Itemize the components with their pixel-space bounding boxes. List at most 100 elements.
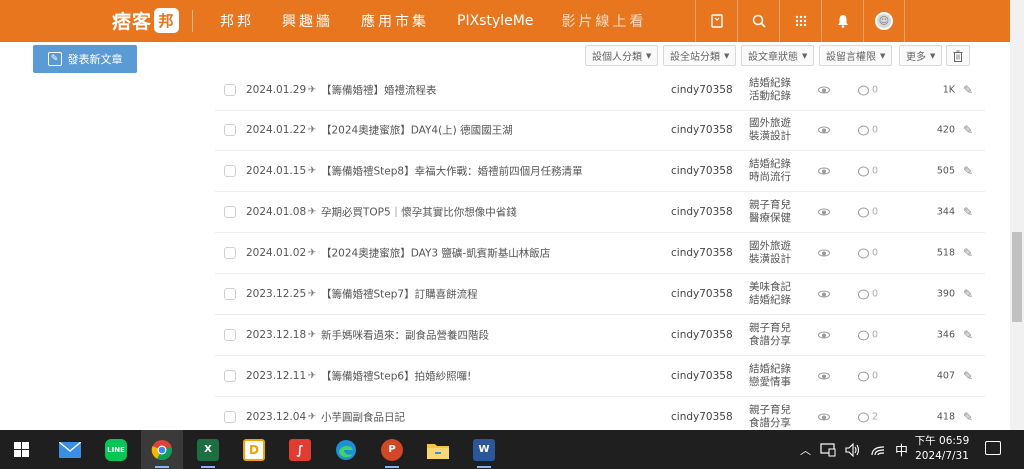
select-checkbox[interactable] — [224, 411, 236, 423]
post-author[interactable]: cindy70358 — [671, 165, 733, 177]
post-author[interactable]: cindy70358 — [671, 206, 733, 218]
ime-indicator[interactable]: 中 — [895, 440, 908, 459]
notification-icon[interactable] — [985, 441, 1001, 455]
select-checkbox[interactable] — [224, 165, 236, 177]
post-title-link[interactable]: ✈ 【籌備婚禮】婚禮流程表 — [307, 83, 437, 98]
comment-count[interactable]: 2 — [858, 412, 878, 423]
post-title-link[interactable]: ✈ 孕期必買TOP5｜懷孕其實比你想像中省錢 — [307, 205, 517, 220]
nav-app-market[interactable]: 應用市集 — [361, 11, 429, 31]
pencil-icon[interactable]: ✎ — [963, 83, 973, 97]
pencil-icon[interactable]: ✎ — [963, 164, 973, 178]
post-row[interactable]: 2023.12.25 ✈ 【籌備婚禮Step7】訂購喜餅流程 cindy70358 美味… — [215, 274, 985, 315]
eye-icon[interactable] — [818, 290, 830, 298]
post-row[interactable]: 2024.01.22 ✈ 【2024奧捷蜜旅】DAY4(上) 德國國王湖 cindy7… — [215, 110, 985, 151]
line-app-icon[interactable]: LINE — [95, 430, 137, 469]
post-row[interactable]: 2023.12.18 ✈ 新手媽咪看過來：副食品營養四階段 cindy70358 親子育… — [215, 315, 985, 356]
docs-app-icon[interactable]: D — [233, 430, 275, 469]
word-app-icon[interactable]: W — [463, 430, 505, 469]
comment-count[interactable]: 0 — [858, 85, 878, 96]
post-row[interactable]: 2024.01.15 ✈ 【籌備婚禮Step8】幸福大作戰：婚禮前四個月任務清單 ci… — [215, 151, 985, 192]
user-avatar[interactable]: ☺ — [863, 0, 905, 42]
page-scrollbar[interactable] — [1010, 0, 1024, 430]
nav-pixstyleme[interactable]: PIXstyleMe — [457, 13, 533, 29]
post-title-link[interactable]: ✈ 【2024奧捷蜜旅】DAY4(上) 德國國王湖 — [307, 123, 513, 138]
apps-grid-icon[interactable] — [779, 0, 821, 42]
eye-icon[interactable] — [818, 126, 830, 134]
comment-count[interactable]: 0 — [858, 330, 878, 341]
post-row[interactable]: 2024.01.29 ✈ 【籌備婚禮】婚禮流程表 cindy70358 結婚紀錄 活動紀錄… — [215, 72, 985, 111]
chevron-up-icon[interactable]: ︿ — [800, 442, 811, 458]
pencil-icon[interactable]: ✎ — [963, 410, 973, 424]
filter-personal-category[interactable]: 設個人分類 ▼ — [585, 45, 659, 66]
bell-icon[interactable] — [821, 0, 863, 42]
search-icon[interactable] — [737, 0, 779, 42]
wifi-icon[interactable] — [870, 443, 886, 457]
comment-count[interactable]: 0 — [858, 125, 878, 136]
select-checkbox[interactable] — [224, 206, 236, 218]
post-title-link[interactable]: ✈ 【2024奧捷蜜旅】DAY3 鹽礦-凱賓斯基山林飯店 — [307, 246, 550, 261]
eye-icon[interactable] — [818, 208, 830, 216]
post-row[interactable]: 2023.12.04 ✈ 小芋圓副食品日記 cindy70358 親子育兒 食譜分享 2 41… — [215, 397, 985, 430]
post-author[interactable]: cindy70358 — [671, 411, 733, 423]
edge-app-icon[interactable] — [325, 430, 367, 469]
pencil-icon[interactable]: ✎ — [963, 328, 973, 342]
eye-icon[interactable] — [818, 372, 830, 380]
network-drive-icon[interactable] — [820, 442, 836, 457]
select-checkbox[interactable] — [224, 288, 236, 300]
eye-icon[interactable] — [818, 331, 830, 339]
post-title-link[interactable]: ✈ 【籌備婚禮Step6】拍婚紗照囉! — [307, 369, 472, 384]
mail-app-icon[interactable] — [49, 430, 91, 469]
file-explorer-icon[interactable] — [417, 430, 459, 469]
post-author[interactable]: cindy70358 — [671, 124, 733, 136]
eye-icon[interactable] — [818, 413, 830, 421]
chrome-app-icon[interactable] — [141, 430, 183, 469]
volume-icon[interactable] — [845, 442, 861, 457]
post-row[interactable]: 2024.01.08 ✈ 孕期必買TOP5｜懷孕其實比你想像中省錢 cindy7035… — [215, 192, 985, 233]
post-row[interactable]: 2024.01.02 ✈ 【2024奧捷蜜旅】DAY3 鹽礦-凱賓斯基山林飯店 cin… — [215, 233, 985, 274]
pencil-icon[interactable]: ✎ — [963, 123, 973, 137]
post-title-link[interactable]: ✈ 新手媽咪看過來：副食品營養四階段 — [307, 328, 489, 343]
post-author[interactable]: cindy70358 — [671, 370, 733, 382]
comment-count[interactable]: 0 — [858, 289, 878, 300]
pencil-icon[interactable]: ✎ — [963, 369, 973, 383]
post-author[interactable]: cindy70358 — [671, 84, 733, 96]
post-title-link[interactable]: ✈ 小芋圓副食品日記 — [307, 410, 405, 425]
windows-start-icon[interactable] — [14, 442, 29, 457]
excel-app-icon[interactable]: X — [187, 430, 229, 469]
more-menu-button[interactable]: 更多 ▼ — [899, 45, 943, 66]
eye-icon[interactable] — [818, 86, 830, 94]
select-checkbox[interactable] — [224, 124, 236, 136]
nav-interest-wall[interactable]: 興趣牆 — [282, 11, 333, 31]
eye-icon[interactable] — [818, 249, 830, 257]
comment-count[interactable]: 0 — [858, 166, 878, 177]
filter-comment-permission[interactable]: 設留言權限 ▼ — [819, 45, 893, 66]
nav-bangbang[interactable]: 邦邦 — [220, 11, 254, 31]
post-author[interactable]: cindy70358 — [671, 329, 733, 341]
post-author[interactable]: cindy70358 — [671, 288, 733, 300]
system-clock[interactable]: 下午 06:59 2024/7/31 — [912, 434, 972, 464]
nav-video[interactable]: 影片線上看 — [561, 11, 646, 31]
scrollbar-thumb[interactable] — [1012, 232, 1022, 322]
select-checkbox[interactable] — [224, 84, 236, 96]
acrobat-app-icon[interactable]: ∫ — [279, 430, 321, 469]
pencil-icon[interactable]: ✎ — [963, 205, 973, 219]
post-author[interactable]: cindy70358 — [671, 247, 733, 259]
comment-count[interactable]: 0 — [858, 248, 878, 259]
filter-site-category[interactable]: 設全站分類 ▼ — [663, 45, 737, 66]
select-checkbox[interactable] — [224, 370, 236, 382]
powerpoint-app-icon[interactable]: P — [371, 430, 413, 469]
eye-icon[interactable] — [818, 167, 830, 175]
comment-count[interactable]: 0 — [858, 207, 878, 218]
pixnet-logo[interactable]: 痞客邦 — [112, 7, 180, 34]
post-row[interactable]: 2023.12.11 ✈ 【籌備婚禮Step6】拍婚紗照囉! cindy70358 結婚… — [215, 356, 985, 397]
compose-post-button[interactable]: ✎ 發表新文章 — [33, 45, 137, 73]
trash-icon[interactable] — [946, 45, 970, 66]
post-title-link[interactable]: ✈ 【籌備婚禮Step7】訂購喜餅流程 — [307, 287, 478, 302]
pencil-icon[interactable]: ✎ — [963, 287, 973, 301]
select-checkbox[interactable] — [224, 329, 236, 341]
select-checkbox[interactable] — [224, 247, 236, 259]
filter-post-status[interactable]: 設文章狀態 ▼ — [741, 45, 815, 66]
post-title-link[interactable]: ✈ 【籌備婚禮Step8】幸福大作戰：婚禮前四個月任務清單 — [307, 164, 583, 179]
comment-count[interactable]: 0 — [858, 371, 878, 382]
pencil-icon[interactable]: ✎ — [963, 246, 973, 260]
